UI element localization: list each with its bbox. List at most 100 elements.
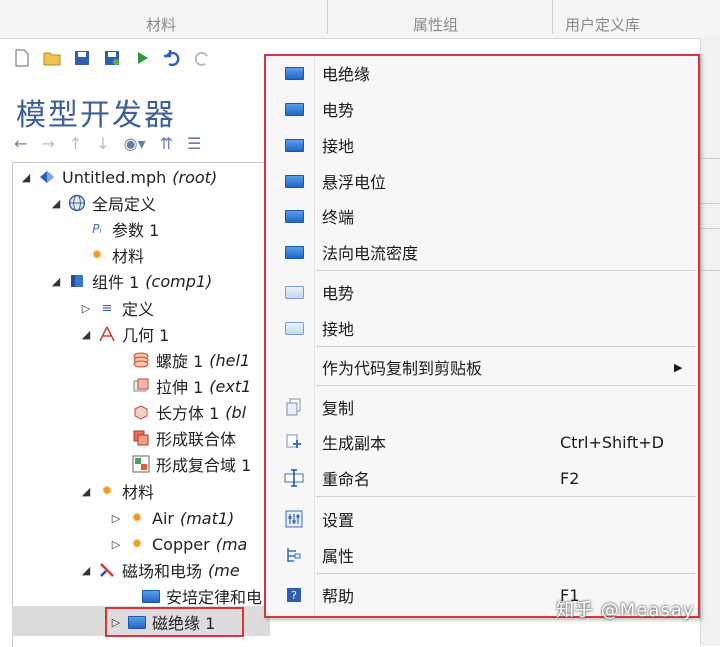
tree-node-materials-global[interactable]: ✹ 材料	[88, 243, 144, 267]
tree-node-extrude[interactable]: 拉伸 1 (ext1	[132, 374, 251, 398]
boundary-blue-icon	[284, 135, 304, 155]
svg-text:?: ?	[291, 589, 297, 602]
save-icon[interactable]	[72, 48, 92, 68]
block-icon	[132, 403, 150, 421]
menu-separator	[316, 496, 696, 497]
save-as-icon[interactable]	[102, 48, 122, 68]
forward-arrow-icon[interactable]: →	[41, 134, 54, 153]
boundary-blue-icon	[284, 99, 304, 119]
rename-icon	[284, 468, 304, 488]
helix-icon	[132, 351, 150, 369]
collapse-triangle-icon[interactable]: ◢	[80, 564, 92, 577]
union-icon	[132, 429, 150, 447]
new-file-icon[interactable]	[12, 48, 32, 68]
menu-item-terminal[interactable]: 终端	[266, 199, 698, 233]
boundary-blue-icon	[284, 242, 304, 262]
collapse-triangle-icon[interactable]: ◢	[50, 275, 62, 288]
back-arrow-icon[interactable]: ←	[14, 134, 27, 153]
menu-separator	[316, 346, 696, 347]
mef-physics-icon	[98, 561, 116, 579]
builder-toolbar: ← → ↑ ↓ ◉▾ ⇈ ☰	[14, 134, 201, 153]
collapse-all-icon[interactable]: ⇈	[160, 134, 173, 153]
collapse-triangle-icon[interactable]: ◢	[80, 485, 92, 498]
menu-item-normal-current-density[interactable]: 法向电流密度	[266, 235, 698, 269]
boundary-blue-icon	[284, 206, 304, 226]
edge-outline-icon	[284, 282, 304, 302]
tree-node-component[interactable]: ◢ 组件 1 (comp1)	[50, 269, 213, 293]
context-menu: 电绝缘 电势 接地 悬浮电位 终端 法向电流密度 电势 接地 作为代码复制到剪贴…	[264, 54, 700, 618]
boundary-blue-icon	[284, 171, 304, 191]
tree-node-materials[interactable]: ◢ ✹ 材料	[80, 479, 154, 503]
up-arrow-icon[interactable]: ↑	[69, 134, 82, 153]
tree-node-definitions[interactable]: ▷ ≡ 定义	[80, 296, 154, 320]
tree-node-helix[interactable]: 螺旋 1 (hel1	[132, 348, 250, 372]
tree-node-assembly[interactable]: 形成复合域 1	[132, 452, 251, 476]
tree-node-block[interactable]: 长方体 1 (bl	[132, 400, 246, 424]
ribbon: 材料 属性组 用户定义库	[0, 0, 720, 39]
menu-item-properties[interactable]: 属性	[266, 538, 698, 572]
menu-separator	[316, 270, 696, 271]
menu-item-rename[interactable]: 重命名 F2	[266, 461, 698, 495]
quick-access-toolbar	[0, 40, 270, 76]
expand-triangle-icon[interactable]: ▷	[110, 538, 122, 551]
material-icon: ✹	[131, 510, 143, 526]
definitions-icon: ≡	[101, 300, 113, 316]
settings-icon	[284, 509, 304, 529]
assembly-icon	[132, 455, 150, 473]
highlight-box	[105, 607, 244, 637]
expand-triangle-icon[interactable]: ▷	[110, 512, 122, 525]
root-diamond-icon	[38, 168, 56, 186]
component-icon	[68, 272, 86, 290]
menu-item-settings[interactable]: 设置	[266, 502, 698, 536]
properties-icon	[284, 545, 304, 565]
run-icon[interactable]	[132, 48, 152, 68]
tree-node-geometry[interactable]: ◢ 几何 1	[80, 322, 170, 346]
globe-icon	[68, 194, 86, 212]
menu-item-ground[interactable]: 接地	[266, 128, 698, 162]
materials-icon: ✹	[101, 483, 113, 499]
parameters-icon: Pᵢ	[92, 222, 102, 236]
extrude-icon	[132, 377, 150, 395]
menu-item-copy-as-code[interactable]: 作为代码复制到剪贴板 ▶	[266, 350, 698, 384]
settings-panel-edge	[700, 38, 720, 646]
tree-node-union[interactable]: 形成联合体	[132, 426, 236, 450]
material-icon: ✹	[131, 536, 143, 552]
geometry-icon	[98, 325, 116, 343]
collapse-triangle-icon[interactable]: ◢	[50, 197, 62, 210]
tree-node-ampere-law[interactable]: 安培定律和电	[142, 584, 262, 608]
copy-icon	[284, 397, 304, 417]
menu-item-electric-potential[interactable]: 电势	[266, 92, 698, 126]
tree-node-copper[interactable]: ▷ ✹ Copper (ma	[110, 532, 248, 556]
menu-item-copy[interactable]: 复制	[266, 390, 698, 424]
menu-separator	[316, 385, 696, 386]
tree-node-air[interactable]: ▷ ✹ Air (mat1)	[110, 506, 235, 530]
menu-item-duplicate[interactable]: 生成副本 Ctrl+Shift+D	[266, 425, 698, 459]
menu-item-floating-potential[interactable]: 悬浮电位	[266, 164, 698, 198]
tree-node-parameters[interactable]: Pᵢ 参数 1	[88, 217, 159, 241]
open-folder-icon[interactable]	[42, 48, 62, 68]
menu-item-edge-electric-potential[interactable]: 电势	[266, 275, 698, 309]
materials-icon: ✹	[91, 247, 103, 263]
ribbon-group-user-library: 用户定义库	[565, 16, 641, 34]
undo-icon[interactable]	[162, 48, 182, 68]
help-icon: ?	[284, 585, 304, 605]
menu-item-edge-ground[interactable]: 接地	[266, 311, 698, 345]
duplicate-icon	[284, 432, 304, 452]
collapse-triangle-icon[interactable]: ◢	[80, 328, 92, 341]
tree-node-root[interactable]: ◢ Untitled.mph (root)	[20, 165, 217, 189]
show-eye-icon[interactable]: ◉▾	[124, 134, 146, 153]
tree-node-mef-physics[interactable]: ◢ 磁场和电场 (me	[80, 558, 240, 582]
boundary-blue-icon	[284, 63, 304, 83]
collapse-triangle-icon[interactable]: ◢	[20, 171, 32, 184]
menu-item-electric-insulation[interactable]: 电绝缘	[266, 56, 698, 90]
expand-triangle-icon[interactable]: ▷	[80, 302, 92, 315]
builder-title: 模型开发器	[16, 98, 176, 133]
menu-separator	[316, 573, 696, 574]
ribbon-group-property-groups: 属性组	[413, 16, 459, 34]
tree-node-global-definitions[interactable]: ◢ 全局定义	[50, 191, 156, 215]
edge-outline-icon	[284, 318, 304, 338]
list-icon[interactable]: ☰	[187, 134, 201, 153]
submenu-arrow-icon: ▶	[674, 360, 683, 374]
down-arrow-icon[interactable]: ↓	[96, 134, 109, 153]
redo-icon[interactable]	[192, 48, 212, 68]
